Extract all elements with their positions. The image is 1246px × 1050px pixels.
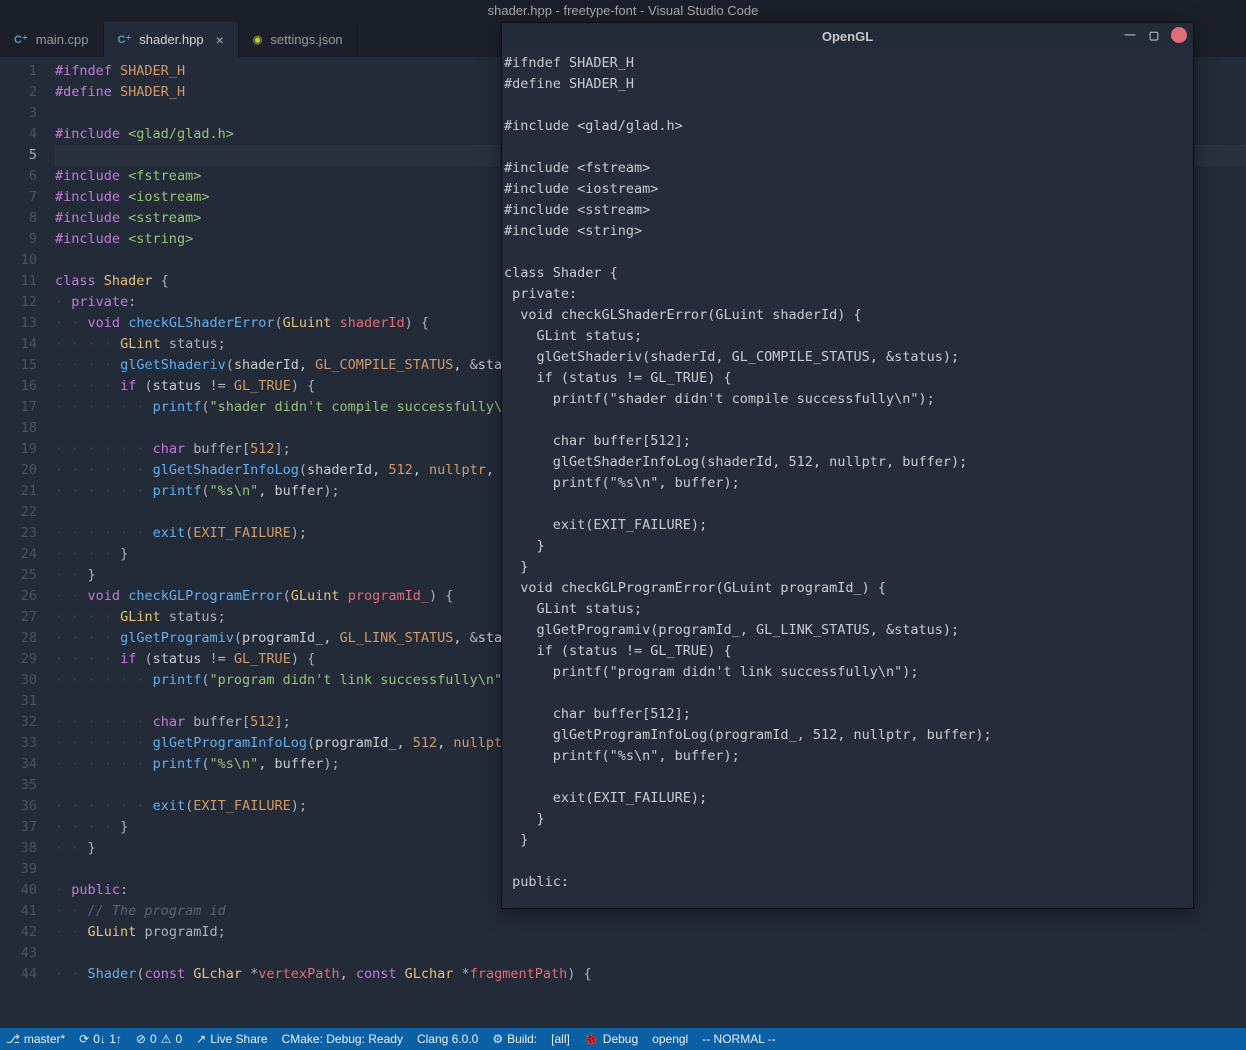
status-bar: ⎇ master* ⟳ 0↓ 1↑ ⊘ 0 ⚠ 0 ↗ Live Share C… [0,1028,1246,1050]
compiler[interactable]: Clang 6.0.0 [417,1032,478,1046]
tab-label: settings.json [270,32,342,47]
cmake-status[interactable]: CMake: Debug: Ready [282,1032,403,1046]
cpp-file-icon: C⁺ [14,33,28,46]
git-sync[interactable]: ⟳ 0↓ 1↑ [79,1032,122,1046]
cpp-file-icon: C⁺ [118,33,132,46]
tab-label: shader.hpp [139,32,203,47]
sync-icon: ⟳ [79,1032,89,1046]
tab-label: main.cpp [36,32,89,47]
error-count: 0 [150,1032,157,1046]
git-branch[interactable]: ⎇ master* [6,1032,65,1046]
build-target[interactable]: [all] [551,1032,570,1046]
error-icon: ⊘ [136,1032,146,1046]
tab-settings-json[interactable]: ◉ settings.json [239,22,358,57]
live-share-label: Live Share [210,1032,267,1046]
opengl-title-bar[interactable]: OpenGL — ▢ [502,23,1193,49]
opengl-body: #ifndef SHADER_H #define SHADER_H #inclu… [502,49,1193,908]
gear-icon: ⚙ [492,1032,503,1046]
minimize-icon[interactable]: — [1123,28,1137,42]
vim-mode: -- NORMAL -- [702,1032,776,1046]
json-file-icon: ◉ [253,33,263,46]
debug-label: Debug [603,1032,638,1046]
problems[interactable]: ⊘ 0 ⚠ 0 [136,1032,182,1046]
git-branch-icon: ⎇ [6,1032,20,1046]
warning-icon: ⚠ [161,1032,172,1046]
tab-main-cpp[interactable]: C⁺ main.cpp [0,22,104,57]
close-icon[interactable] [1171,27,1187,43]
tab-close-icon[interactable]: × [216,32,224,48]
line-number-gutter: 1234567891011121314151617181920212223242… [0,57,55,1028]
debug[interactable]: 🐞 Debug [584,1032,638,1046]
live-share[interactable]: ↗ Live Share [196,1032,267,1046]
bug-icon: 🐞 [584,1032,599,1046]
maximize-icon[interactable]: ▢ [1147,28,1161,42]
window-title: shader.hpp - freetype-font - Visual Stud… [0,0,1246,22]
git-branch-label: master* [24,1032,65,1046]
build-label: Build: [507,1032,537,1046]
tab-shader-hpp[interactable]: C⁺ shader.hpp × [104,22,239,57]
opengl-window[interactable]: OpenGL — ▢ #ifndef SHADER_H #define SHAD… [501,22,1194,909]
git-sync-label: 0↓ 1↑ [93,1032,122,1046]
opengl-title-text: OpenGL [822,29,873,44]
warning-count: 0 [175,1032,182,1046]
build[interactable]: ⚙ Build: [492,1032,537,1046]
debug-target[interactable]: opengl [652,1032,688,1046]
share-icon: ↗ [196,1032,206,1046]
